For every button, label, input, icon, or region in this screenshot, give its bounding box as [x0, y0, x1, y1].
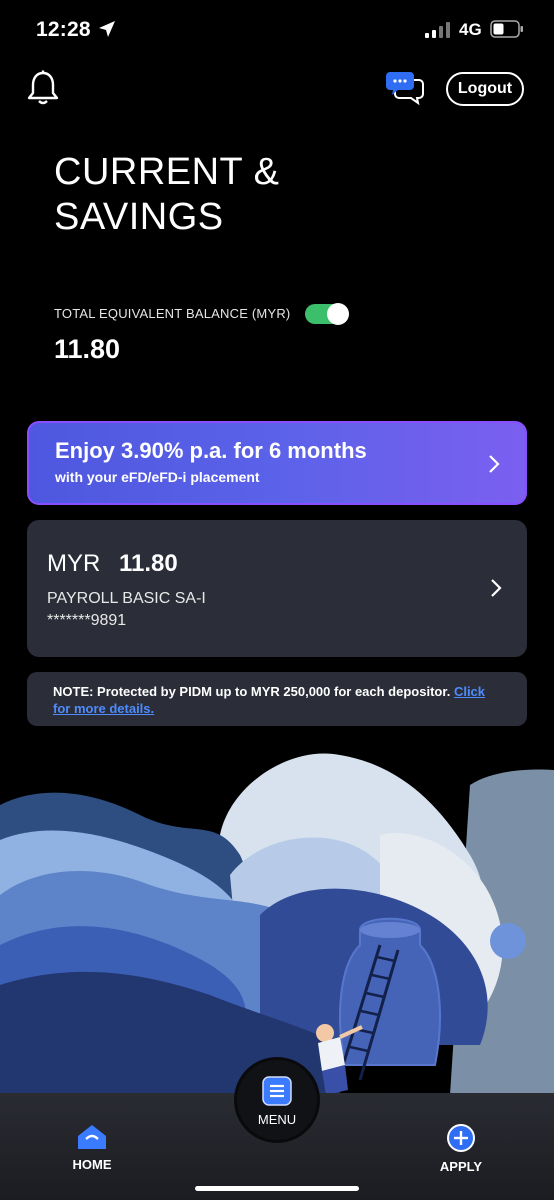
- chevron-right-icon: [489, 455, 500, 473]
- account-number: *******9891: [47, 612, 127, 629]
- home-indicator[interactable]: [195, 1186, 359, 1191]
- network-type: 4G: [459, 20, 482, 39]
- total-balance-label: TOTAL EQUIVALENT BALANCE (MYR): [54, 306, 291, 321]
- logout-button[interactable]: Logout: [446, 72, 524, 106]
- nav-home[interactable]: HOME: [52, 1123, 132, 1172]
- nav-apply[interactable]: APPLY: [421, 1123, 501, 1174]
- total-balance-value: 11.80: [54, 334, 121, 364]
- menu-icon: [262, 1076, 292, 1106]
- chat-icon[interactable]: [385, 70, 425, 106]
- nav-apply-label: APPLY: [439, 1159, 483, 1174]
- account-balance: 11.80: [119, 550, 178, 577]
- battery-icon: [490, 20, 523, 38]
- promo-banner[interactable]: Enjoy 3.90% p.a. for 6 months with your …: [27, 421, 527, 505]
- toggle-knob: [327, 303, 349, 325]
- account-name: PAYROLL BASIC SA-I: [47, 590, 206, 607]
- nav-home-label: HOME: [72, 1157, 112, 1172]
- menu-label: MENU: [257, 1112, 297, 1127]
- menu-button[interactable]: MENU: [237, 1060, 317, 1140]
- account-card[interactable]: MYR 11.80 PAYROLL BASIC SA-I *******9891: [27, 520, 527, 657]
- pidm-note-text: NOTE: Protected by PIDM up to MYR 250,00…: [53, 684, 451, 699]
- balance-visibility-toggle[interactable]: [305, 303, 349, 325]
- notification-bell-icon[interactable]: [26, 70, 60, 106]
- chevron-right-icon: [491, 579, 502, 597]
- pidm-note: NOTE: Protected by PIDM up to MYR 250,00…: [27, 672, 527, 726]
- home-icon: [78, 1125, 106, 1149]
- page-title: CURRENT & SAVINGS: [54, 151, 280, 238]
- cellular-signal-icon: [425, 22, 450, 38]
- plus-circle-icon: [447, 1124, 475, 1152]
- status-time: 12:28: [36, 18, 91, 41]
- decorative-illustration: [0, 753, 554, 1095]
- promo-subtitle: with your eFD/eFD-i placement: [55, 469, 260, 485]
- account-currency: MYR: [47, 550, 101, 577]
- promo-title: Enjoy 3.90% p.a. for 6 months: [55, 438, 367, 463]
- location-arrow-icon: [99, 21, 115, 37]
